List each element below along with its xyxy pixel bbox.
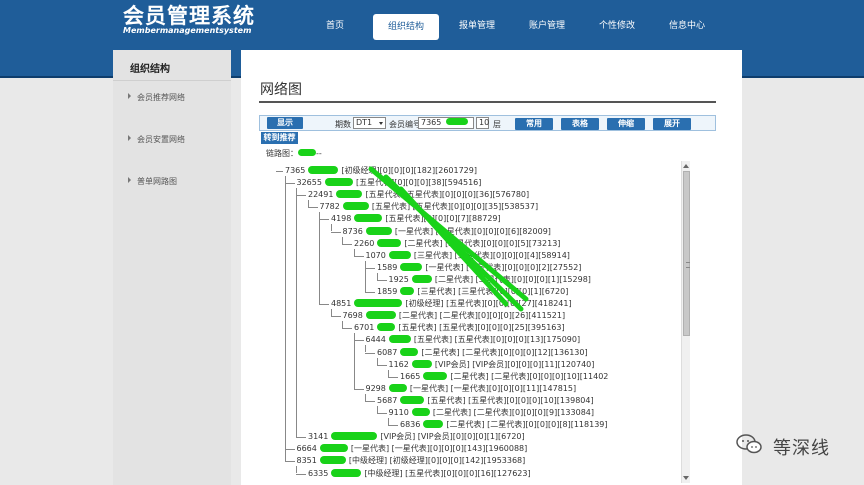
- collapse-button[interactable]: 伸缩: [607, 118, 645, 130]
- watermark-text: 等深线: [773, 438, 830, 459]
- redaction-mark: [298, 149, 316, 156]
- main-nav: 首页 组织结构 报单管理 账户管理 个性修改 信息中心: [300, 14, 722, 40]
- watermark: 等深线: [735, 432, 859, 459]
- sidebar-item-label: 普单网路图: [137, 177, 177, 186]
- network-tree: 7365 [初级经理][0][0][0][182][2601729] 32655 [五…: [276, 159, 691, 485]
- common-button[interactable]: 常用: [515, 118, 553, 130]
- nav-account-management[interactable]: 账户管理: [512, 14, 582, 38]
- layers-label: 层: [493, 120, 501, 129]
- network-toolbar: 显示 期数 DT1 会员编号 7365 10 层 常用 表格 伸缩 展开: [259, 115, 716, 131]
- chain-path: 链路图： --: [266, 148, 322, 159]
- member-no-input[interactable]: 7365: [418, 117, 474, 129]
- switch-to-referral-button[interactable]: 转到推荐: [261, 132, 298, 144]
- chevron-right-icon: [128, 93, 131, 99]
- member-no-label: 会员编号: [389, 120, 421, 129]
- scroll-down-icon[interactable]: [683, 476, 689, 480]
- expand-button[interactable]: 展开: [653, 118, 691, 130]
- member-no-value: 7365: [421, 118, 442, 127]
- redaction-scribble: [368, 166, 529, 312]
- sidebar-item-placement-network[interactable]: 会员安置网络: [128, 134, 185, 145]
- nav-home[interactable]: 首页: [300, 14, 370, 38]
- app-logo-subtitle: Membermanagementsystem: [123, 26, 252, 35]
- period-select[interactable]: DT1: [353, 117, 386, 129]
- main-content: 网络图 显示 期数 DT1 会员编号 7365 10 层 常用 表格 伸缩 展开…: [241, 50, 742, 485]
- redaction-stroke: [398, 186, 509, 307]
- wechat-icon: [736, 434, 762, 454]
- chevron-right-icon: [128, 177, 131, 183]
- layers-input[interactable]: 10: [476, 117, 489, 129]
- sidebar-title: 组织结构: [130, 64, 170, 75]
- grip-icon: [686, 262, 690, 268]
- tree-scrollbar[interactable]: [681, 161, 690, 483]
- scroll-thumb[interactable]: [683, 171, 690, 336]
- nav-org-structure[interactable]: 组织结构: [373, 14, 439, 40]
- chevron-right-icon: [128, 135, 131, 141]
- chain-label: 链路图：: [266, 149, 298, 158]
- period-label: 期数: [335, 120, 351, 129]
- nav-order-management[interactable]: 报单管理: [442, 14, 512, 38]
- sidebar-item-referral-network[interactable]: 会员推荐网络: [128, 92, 185, 103]
- sidebar-item-simple-network[interactable]: 普单网路图: [128, 176, 177, 187]
- sidebar-item-label: 会员推荐网络: [137, 93, 185, 102]
- show-button[interactable]: 显示: [267, 117, 303, 129]
- sidebar-divider: [113, 80, 231, 81]
- scroll-up-icon[interactable]: [683, 164, 689, 168]
- chevron-down-icon: [379, 122, 383, 125]
- title-divider: [259, 101, 716, 103]
- redaction-mark: [445, 118, 468, 125]
- chain-suffix: --: [316, 149, 322, 158]
- nav-message-center[interactable]: 信息中心: [652, 14, 722, 38]
- sidebar: 组织结构 会员推荐网络 会员安置网络 普单网路图: [113, 50, 231, 485]
- nav-personal-settings[interactable]: 个性修改: [582, 14, 652, 38]
- page-title: 网络图: [260, 82, 302, 98]
- sidebar-item-label: 会员安置网络: [137, 135, 185, 144]
- period-value: DT1: [356, 118, 373, 127]
- table-button[interactable]: 表格: [561, 118, 599, 130]
